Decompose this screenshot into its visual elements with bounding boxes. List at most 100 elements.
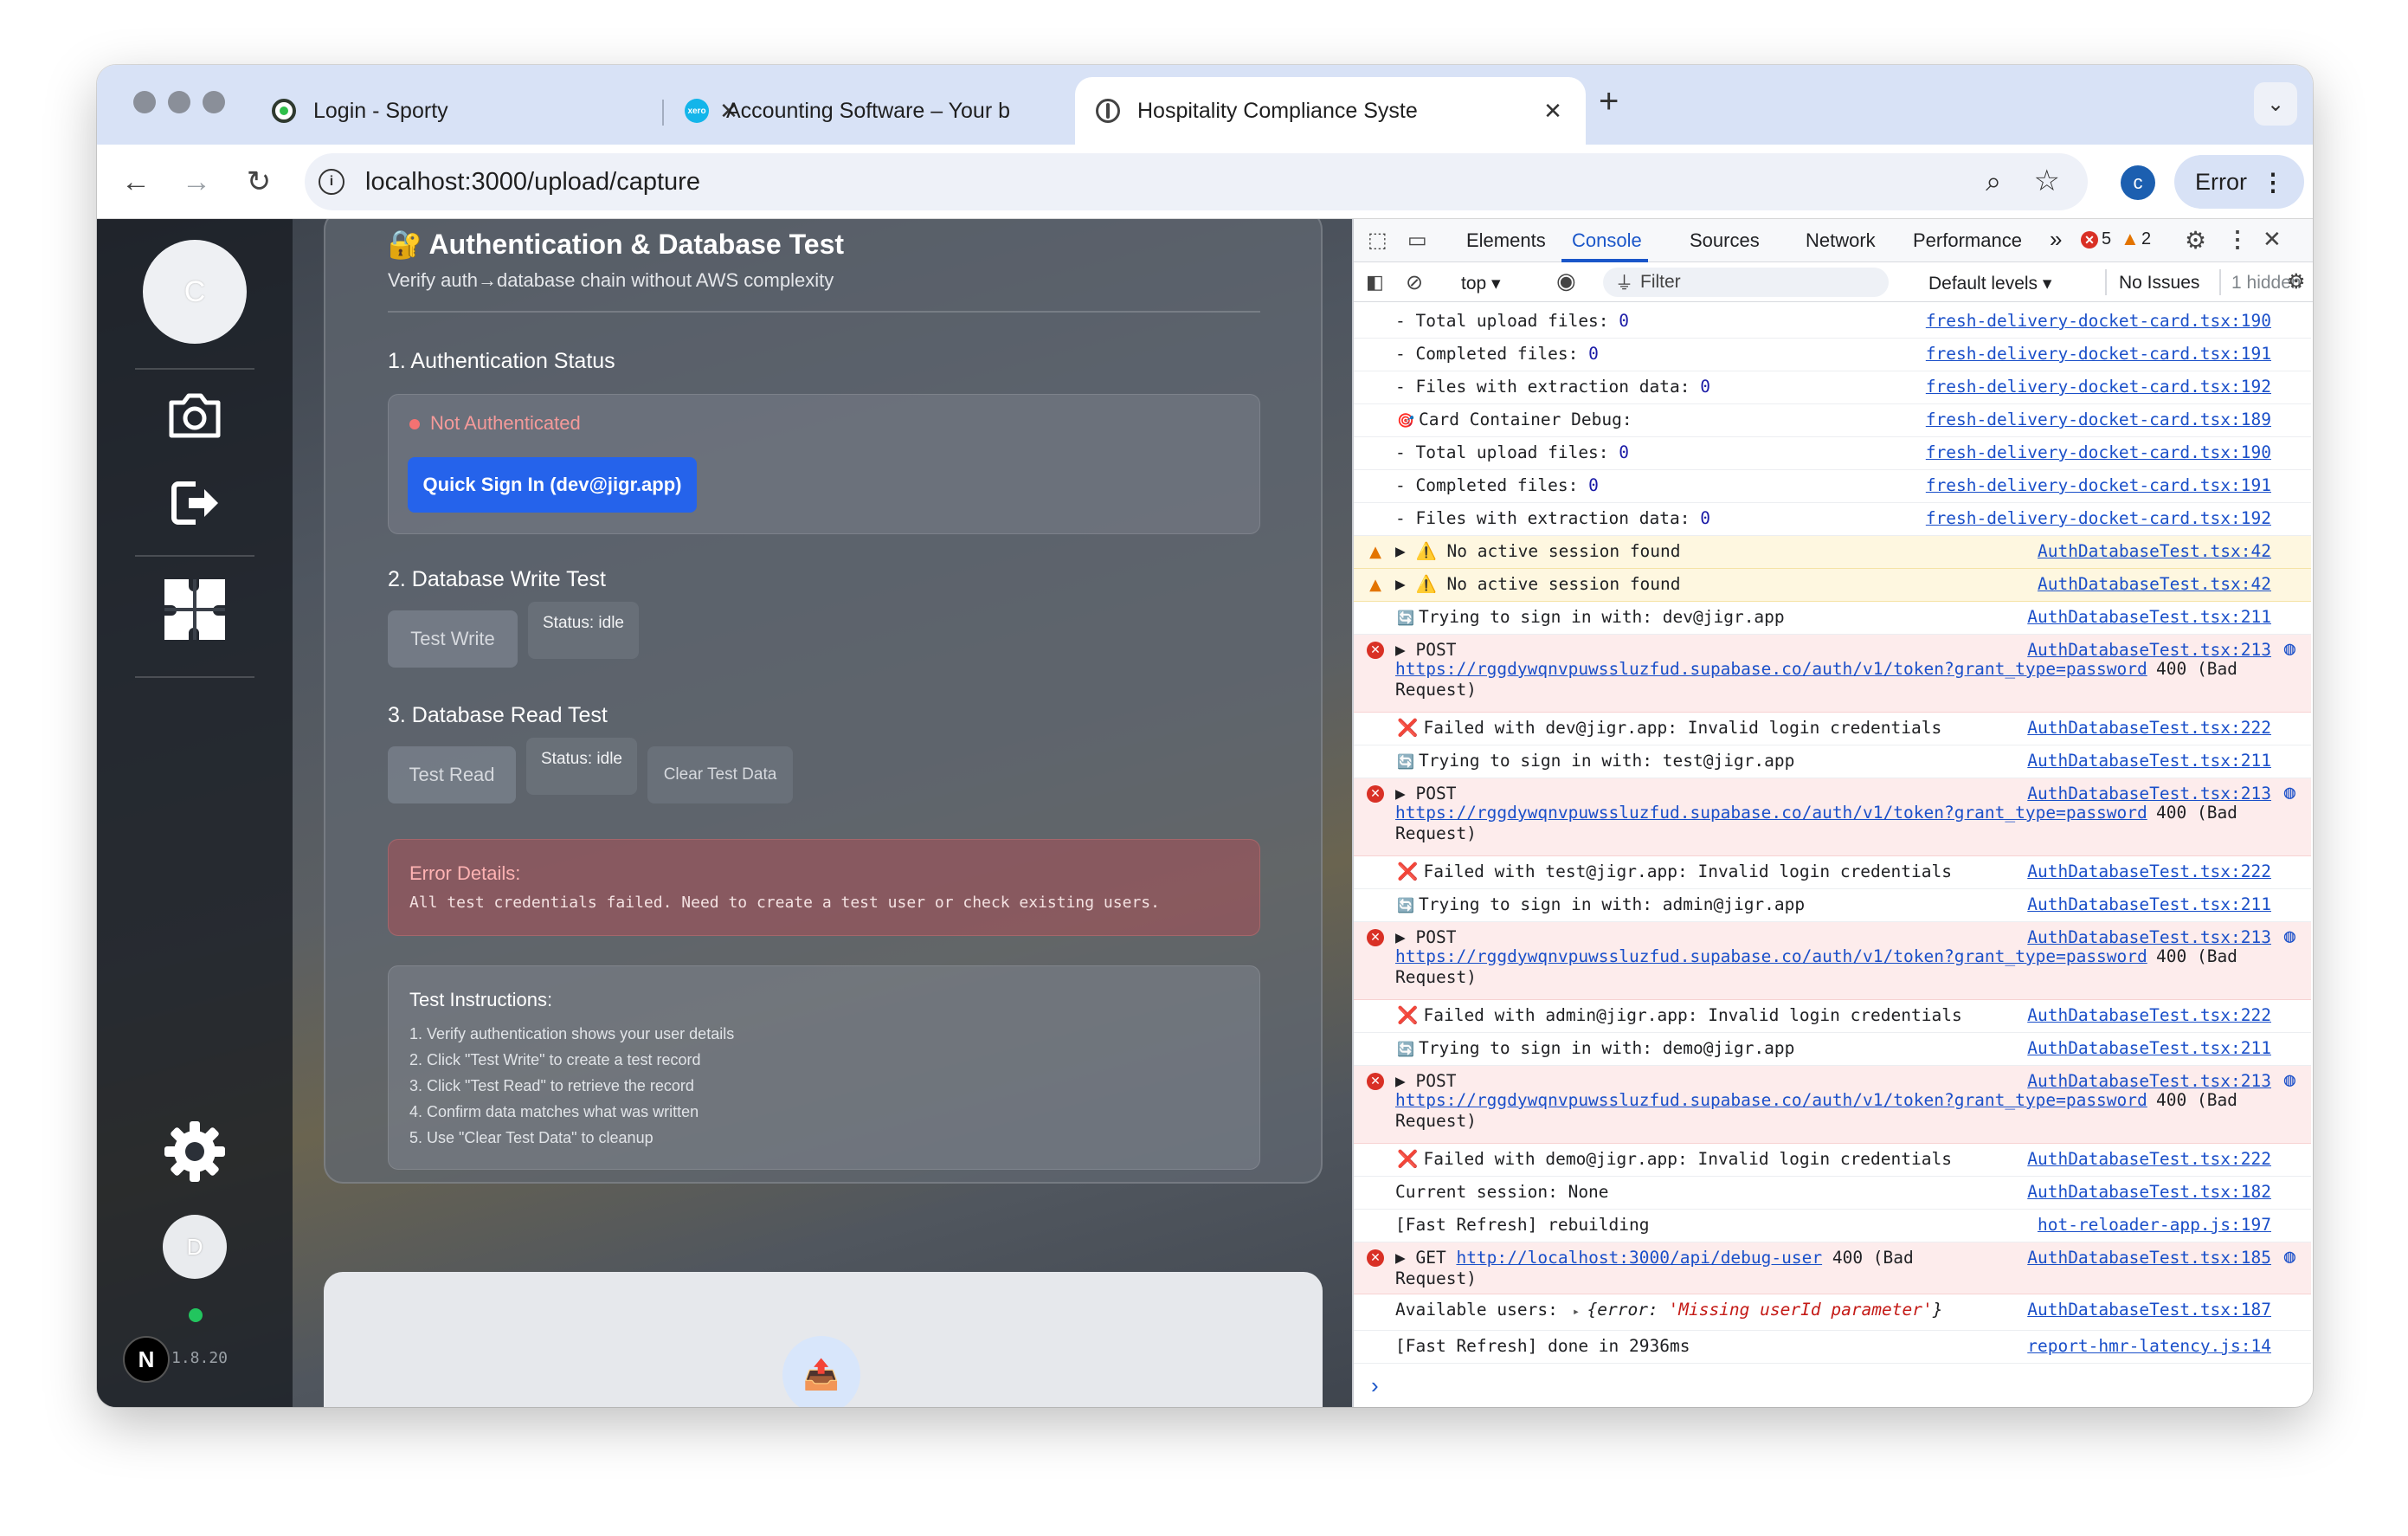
forward-arrow-icon[interactable]: → xyxy=(175,160,218,203)
user-avatar-d[interactable]: D xyxy=(163,1215,227,1279)
clear-console-icon[interactable]: ⊘ xyxy=(1406,270,1423,295)
red-x-icon: ❌ xyxy=(1397,1005,1424,1025)
test-write-button[interactable]: Test Write xyxy=(388,610,518,668)
source-link[interactable]: fresh-delivery-docket-card.tsx:190 xyxy=(1926,442,2271,462)
warning-count[interactable]: 2 xyxy=(2141,229,2151,249)
source-link[interactable]: AuthDatabaseTest.tsx:213 xyxy=(2027,927,2271,947)
source-link[interactable]: AuthDatabaseTest.tsx:222 xyxy=(2027,1005,2271,1025)
upload-inbox-icon[interactable]: 📤 xyxy=(782,1336,860,1407)
sign-out-icon[interactable] xyxy=(170,479,222,527)
tab-network[interactable]: Network xyxy=(1806,229,1876,252)
site-info-icon[interactable]: i xyxy=(319,169,344,195)
console-message: [Fast Refresh] done in 2936ms xyxy=(1395,1336,1690,1356)
source-link[interactable]: AuthDatabaseTest.tsx:222 xyxy=(2027,862,2271,881)
source-link[interactable]: AuthDatabaseTest.tsx:211 xyxy=(2027,894,2271,914)
network-globe-icon[interactable]: ◍ xyxy=(2284,782,2295,803)
source-link[interactable]: AuthDatabaseTest.tsx:222 xyxy=(2027,718,2271,738)
source-link[interactable]: AuthDatabaseTest.tsx:222 xyxy=(2027,1149,2271,1169)
console-filter-input[interactable]: ⏚ Filter xyxy=(1603,268,1889,297)
source-link[interactable]: AuthDatabaseTest.tsx:185 xyxy=(2027,1248,2271,1268)
source-link[interactable]: AuthDatabaseTest.tsx:213 xyxy=(2027,784,2271,803)
tab-sources[interactable]: Sources xyxy=(1690,229,1760,252)
message-text: Trying to sign in with: admin@jigr.app xyxy=(1419,894,1806,914)
request-url-link[interactable]: https://rggdywqnvpuwssluzfud.supabase.co… xyxy=(1395,803,2147,823)
source-link[interactable]: AuthDatabaseTest.tsx:211 xyxy=(2027,751,2271,771)
settings-gear-icon[interactable]: ⚙ xyxy=(2185,226,2206,255)
console-row: - Completed files: 0 fresh-delivery-docke… xyxy=(1354,470,2311,503)
error-circle-icon: ✕ xyxy=(1366,1249,1385,1268)
zoom-magnifier-icon[interactable]: ⌕ xyxy=(1986,165,2001,198)
network-globe-icon[interactable]: ◍ xyxy=(2284,638,2295,660)
source-link[interactable]: fresh-delivery-docket-card.tsx:192 xyxy=(1926,377,2271,397)
tab-performance[interactable]: Performance xyxy=(1913,229,2022,252)
avatar[interactable]: C xyxy=(143,240,247,344)
source-link[interactable]: AuthDatabaseTest.tsx:211 xyxy=(2027,1038,2271,1058)
minimize-window-button[interactable] xyxy=(168,91,190,113)
reload-icon[interactable]: ↻ xyxy=(237,160,280,203)
test-read-button[interactable]: Test Read xyxy=(388,746,516,803)
more-vertical-icon[interactable]: ⋮ xyxy=(2226,226,2249,253)
context-label: top xyxy=(1461,274,1487,294)
tab-elements[interactable]: Elements xyxy=(1466,229,1546,252)
source-link[interactable]: report-hmr-latency.js:14 xyxy=(2027,1336,2271,1356)
source-link[interactable]: AuthDatabaseTest.tsx:182 xyxy=(2027,1182,2271,1202)
source-link[interactable]: AuthDatabaseTest.tsx:211 xyxy=(2027,607,2271,627)
status-text-cont: Request) xyxy=(1395,1111,1477,1131)
expand-triangle-icon[interactable]: ▸ xyxy=(1558,1305,1587,1319)
source-link[interactable]: fresh-delivery-docket-card.tsx:191 xyxy=(1926,344,2271,364)
chrome-error-menu-button[interactable]: Error ⋮ xyxy=(2174,155,2304,209)
source-link[interactable]: AuthDatabaseTest.tsx:42 xyxy=(2038,541,2271,561)
request-url-link[interactable]: https://rggdywqnvpuwssluzfud.supabase.co… xyxy=(1395,946,2147,966)
message-text: ▶ POST xyxy=(1395,784,1457,803)
source-link[interactable]: AuthDatabaseTest.tsx:42 xyxy=(2038,574,2271,594)
close-devtools-icon[interactable]: ✕ xyxy=(2263,226,2282,253)
source-link[interactable]: fresh-delivery-docket-card.tsx:192 xyxy=(1926,508,2271,528)
source-link[interactable]: AuthDatabaseTest.tsx:187 xyxy=(2027,1300,2271,1320)
profile-avatar[interactable]: c xyxy=(2121,165,2155,200)
request-url-link[interactable]: https://rggdywqnvpuwssluzfud.supabase.co… xyxy=(1395,1090,2147,1110)
console-settings-gear-icon[interactable]: ⚙ xyxy=(2287,269,2306,294)
console-prompt[interactable]: › xyxy=(1371,1372,1379,1399)
more-tabs-icon[interactable]: » xyxy=(2050,226,2062,253)
live-expression-eye-icon[interactable]: ◉ xyxy=(1556,268,1576,294)
maximize-window-button[interactable] xyxy=(203,91,225,113)
nextjs-dev-indicator[interactable]: N xyxy=(123,1336,170,1383)
source-link[interactable]: fresh-delivery-docket-card.tsx:189 xyxy=(1926,410,2271,429)
new-tab-button[interactable]: + xyxy=(1599,82,1619,121)
message-text: Failed with demo@jigr.app: Invalid login… xyxy=(1423,1149,1952,1169)
log-levels-dropdown[interactable]: Default levels ▾ xyxy=(1928,273,2051,294)
address-bar[interactable]: i localhost:3000/upload/capture ⌕ ☆ xyxy=(305,153,2088,210)
clear-test-data-button[interactable]: Clear Test Data xyxy=(647,746,793,803)
camera-icon[interactable] xyxy=(166,390,223,441)
divider xyxy=(2105,269,2107,295)
console-message: 🔄 Trying to sign in with: admin@jigr.app xyxy=(1397,894,1805,914)
tab-hospitality-compliance[interactable]: Hospitality Compliance Syste ✕ xyxy=(1075,77,1586,145)
message-text: - Completed files: xyxy=(1395,475,1589,495)
gear-icon[interactable] xyxy=(163,1120,227,1184)
puzzle-icon[interactable] xyxy=(163,578,227,642)
inspect-element-icon[interactable]: ⬚ xyxy=(1368,228,1387,253)
close-tab-icon[interactable]: ✕ xyxy=(1541,98,1565,125)
source-link[interactable]: AuthDatabaseTest.tsx:213 xyxy=(2027,1071,2271,1091)
tab-search-chevron-down-icon[interactable]: ⌄ xyxy=(2254,82,2297,126)
network-globe-icon[interactable]: ◍ xyxy=(2284,926,2295,947)
back-arrow-icon[interactable]: ← xyxy=(114,160,158,203)
source-link[interactable]: fresh-delivery-docket-card.tsx:191 xyxy=(1926,475,2271,495)
source-link[interactable]: fresh-delivery-docket-card.tsx:190 xyxy=(1926,311,2271,331)
error-count[interactable]: 5 xyxy=(2102,229,2111,249)
quick-sign-in-button[interactable]: Quick Sign In (dev@jigr.app) xyxy=(408,457,697,513)
context-selector[interactable]: top ▾ xyxy=(1461,273,1501,294)
request-url-link[interactable]: https://rggdywqnvpuwssluzfud.supabase.co… xyxy=(1395,659,2147,679)
sidebar-toggle-icon[interactable]: ◧ xyxy=(1366,271,1384,294)
tab-console[interactable]: Console xyxy=(1572,229,1642,252)
source-link[interactable]: hot-reloader-app.js:197 xyxy=(2038,1215,2271,1235)
retry-icon: 🔄 xyxy=(1397,1041,1420,1057)
source-link[interactable]: AuthDatabaseTest.tsx:213 xyxy=(2027,640,2271,660)
issues-button[interactable]: No Issues xyxy=(2119,273,2199,294)
device-toolbar-icon[interactable]: ▭ xyxy=(1407,228,1427,253)
request-url-link[interactable]: http://localhost:3000/api/debug-user xyxy=(1456,1248,1822,1268)
close-window-button[interactable] xyxy=(133,91,156,113)
network-globe-icon[interactable]: ◍ xyxy=(2284,1246,2295,1268)
network-globe-icon[interactable]: ◍ xyxy=(2284,1069,2295,1091)
bookmark-star-icon[interactable]: ☆ xyxy=(2034,164,2060,198)
